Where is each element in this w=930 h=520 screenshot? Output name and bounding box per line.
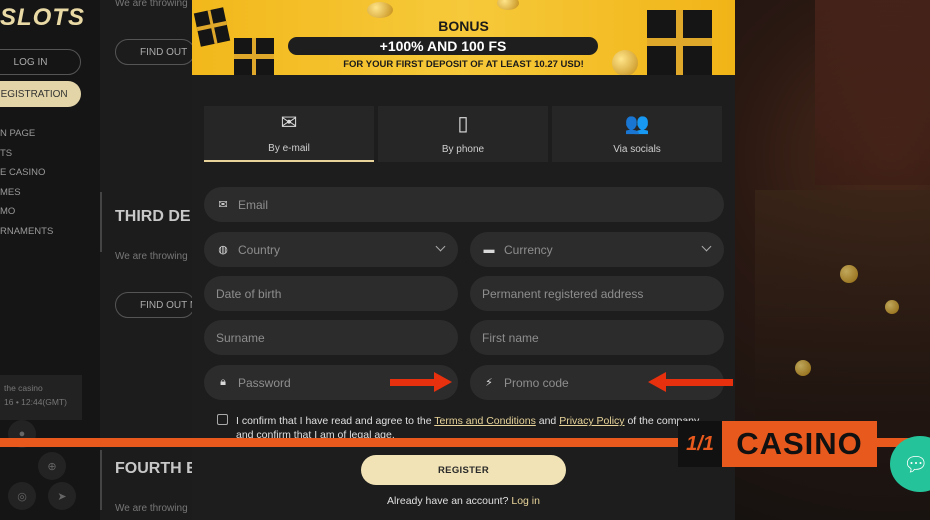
country-placeholder: Country [238,242,281,257]
promo-snippet-text: We are throwing [115,251,188,262]
chevron-down-icon [435,241,446,252]
address-field[interactable]: Permanent registered address [470,276,724,311]
promo-placeholder: Promo code [504,375,569,390]
site-logo: SLOTS [0,4,86,31]
globe-icon: ◍ [218,244,228,256]
login-prompt-text: Already have an account? [387,495,509,507]
side-menu-item[interactable]: MO [0,206,53,226]
telegram-icon[interactable]: ➤ [48,482,76,510]
currency-select[interactable]: ▬ Currency [470,232,724,267]
surname-field[interactable]: Surname [204,320,458,355]
globe-icon[interactable]: ⊕ [38,452,66,480]
promo-heading-third: THIRD DE [115,208,191,225]
find-out-button-1[interactable]: FIND OUT [115,39,195,65]
consent-text-part: and [535,415,560,427]
privacy-link[interactable]: Privacy Policy [559,415,624,427]
side-menu-item[interactable]: MES [0,187,53,207]
registration-button-bg[interactable]: REGISTRATION [0,81,81,107]
tab-label: By phone [441,143,485,155]
envelope-icon: ✉ [280,111,298,134]
consent-checkbox[interactable] [217,414,228,425]
coin-icon [885,300,899,314]
side-menu-item[interactable]: E CASINO [0,167,53,187]
arrow-left-shaft [665,379,733,386]
castle-shape [755,190,930,420]
instagram-icon[interactable]: ◎ [8,482,36,510]
promo-heading-fourth: FOURTH E [115,460,193,477]
chevron-down-icon [701,241,712,252]
login-link[interactable]: Log in [511,495,540,507]
login-prompt: Already have an account? Log in [192,495,735,507]
tab-by-phone[interactable]: ▯ By phone [378,106,548,162]
card-icon: ▬ [483,243,495,256]
coin-icon [367,2,393,18]
date-of-birth-field[interactable]: Date of birth [204,276,458,311]
currency-placeholder: Currency [504,242,553,257]
surname-placeholder: Surname [216,330,265,345]
brand-watermark: 1/1 CASINO [678,421,877,467]
registration-method-tabs: ✉ By e-mail ▯ By phone 👥 Via socials [204,106,722,162]
time-info-box: the casino 16 • 12:44(GMT) [0,375,82,420]
tab-label: By e-mail [268,142,310,154]
users-icon: 👥 [624,112,650,135]
building-shape [815,0,930,185]
lock-icon: 🔒︎ [220,376,226,388]
first-name-field[interactable]: First name [470,320,724,355]
terms-link[interactable]: Terms and Conditions [434,415,536,427]
promo-snippet-text: We are throwing [115,0,188,9]
email-placeholder: Email [238,197,269,212]
divider [100,192,102,252]
register-button[interactable]: REGISTER [361,455,566,485]
side-menu-item[interactable]: TS [0,148,53,168]
side-menu: N PAGE TS E CASINO MES MO RNAMENTS [0,128,53,245]
arrow-right-shaft [390,379,435,386]
firstname-placeholder: First name [482,330,539,345]
brand-text: CASINO [722,421,877,467]
login-button-bg[interactable]: LOG IN [0,49,81,75]
tab-by-email[interactable]: ✉ By e-mail [204,106,374,162]
brand-mark: 1/1 [678,421,722,467]
time-info-line2: 16 • 12:44(GMT) [4,397,67,407]
tab-label: Via socials [613,143,661,155]
promo-snippet-text: We are throwing [115,503,188,514]
consent-text-part: I confirm that I have read and agree to … [236,415,435,427]
side-menu-item[interactable]: RNAMENTS [0,226,53,246]
dob-placeholder: Date of birth [216,286,282,301]
coin-icon [497,0,519,10]
side-menu-item[interactable]: N PAGE [0,128,53,148]
divider [100,450,102,510]
bonus-offer: +100% AND 100 FS [288,37,598,55]
arrow-left-icon [648,372,666,392]
bonus-subtitle: FOR YOUR FIRST DEPOSIT OF AT LEAST 10.27… [343,59,584,70]
phone-icon: ▯ [457,112,469,135]
envelope-icon: ✉ [218,199,228,211]
lightning-icon: ⚡︎ [485,377,493,389]
find-out-button-2[interactable]: FIND OUT M [115,292,195,318]
arrow-right-icon [434,372,452,392]
bonus-banner: BONUS +100% AND 100 FS FOR YOUR FIRST DE… [192,0,735,75]
email-field[interactable]: ✉ Email [204,187,724,222]
bonus-title: BONUS [438,18,489,34]
time-info-line1: the casino [4,383,43,393]
country-select[interactable]: ◍ Country [204,232,458,267]
coin-icon [840,265,858,283]
coin-icon [795,360,811,376]
address-placeholder: Permanent registered address [482,286,644,301]
password-placeholder: Password [238,375,291,390]
tab-via-socials[interactable]: 👥 Via socials [552,106,722,162]
